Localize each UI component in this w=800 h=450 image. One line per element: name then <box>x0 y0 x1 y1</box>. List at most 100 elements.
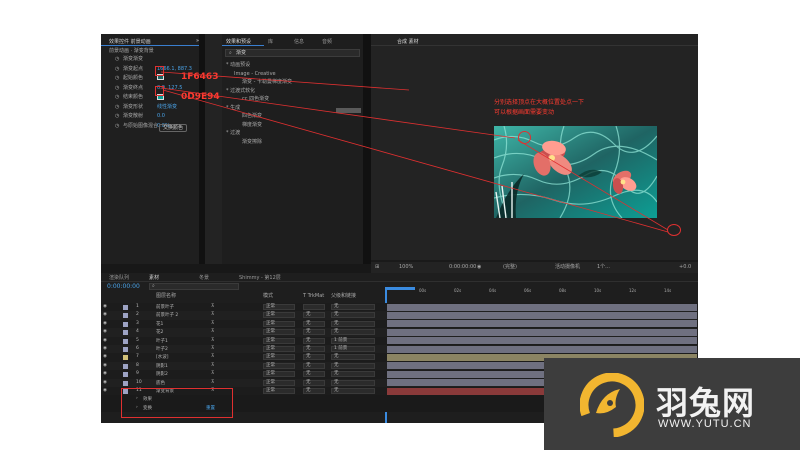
preset-tree-item[interactable]: * 过渡式软化 <box>226 88 255 95</box>
blend-mode-dropdown[interactable]: 正常 <box>263 329 295 336</box>
layer-label-color[interactable] <box>123 338 128 344</box>
track-matte-dropdown[interactable]: 无 <box>303 320 325 327</box>
timeline-tab[interactable]: Shimmy - 第12层 <box>239 274 281 281</box>
effect-controls-tab[interactable]: 效果控件 前景动画 <box>109 38 151 45</box>
track-matte-dropdown[interactable]: 无 <box>303 337 325 344</box>
stopwatch-icon[interactable]: ◷ <box>115 75 119 82</box>
track-matte-dropdown[interactable]: 无 <box>303 371 325 378</box>
effects-search-input[interactable]: ⌕ 渐变 <box>225 49 360 57</box>
visibility-eye-icon[interactable]: ◉ <box>103 354 107 359</box>
shy-switch-icon[interactable]: ⊼ <box>211 329 214 334</box>
layer-duration-bar[interactable] <box>387 303 697 311</box>
shy-switch-icon[interactable]: ⊼ <box>211 380 214 385</box>
shy-switch-icon[interactable]: ⊼ <box>211 346 214 351</box>
shy-switch-icon[interactable]: ⊼ <box>211 354 214 359</box>
layer-duration-bar[interactable] <box>387 345 697 353</box>
track-matte-dropdown[interactable]: 无 <box>303 388 325 394</box>
visibility-eye-icon[interactable]: ◉ <box>103 312 107 317</box>
track-matte-dropdown[interactable]: 无 <box>303 329 325 336</box>
timeline-tab[interactable]: 冬景 <box>199 274 209 281</box>
layer-duration-bar[interactable] <box>387 337 697 345</box>
shy-switch-icon[interactable]: ⊼ <box>211 321 214 326</box>
preset-tree-item[interactable]: 梯度渐变 <box>242 122 262 129</box>
parent-link-dropdown[interactable]: 1 前景 <box>331 337 375 344</box>
layer-duration-bar[interactable] <box>387 328 697 336</box>
track-matte-dropdown[interactable] <box>303 304 325 310</box>
timeline-tab[interactable]: 渲染队列 <box>109 274 129 281</box>
stopwatch-icon[interactable]: ◷ <box>115 113 119 120</box>
layer-name[interactable]: 阴影2 <box>156 371 168 377</box>
layer-label-color[interactable] <box>123 380 128 386</box>
parent-link-dropdown[interactable]: 无 <box>331 362 375 369</box>
blend-mode-dropdown[interactable]: 正常 <box>263 320 295 327</box>
blend-mode-dropdown[interactable]: 正常 <box>263 312 295 319</box>
exposure-value[interactable]: +0.0 <box>679 264 691 271</box>
preset-tree-item[interactable]: * 过渡 <box>226 130 240 137</box>
blend-mode-dropdown[interactable]: 正常 <box>263 346 295 352</box>
layer-row[interactable]: ◉ 2 前景叶子 2 ⊼ 正常 无无 <box>101 311 698 320</box>
track-matte-dropdown[interactable]: 无 <box>303 346 325 352</box>
blend-mode-dropdown[interactable]: 正常 <box>263 371 295 378</box>
visibility-eye-icon[interactable]: ◉ <box>103 380 107 385</box>
layer-label-color[interactable] <box>123 330 128 336</box>
swap-colors-button[interactable]: 交换颜色 <box>159 124 187 132</box>
track-matte-dropdown[interactable]: 无 <box>303 379 325 386</box>
layer-name[interactable]: 叶子2 <box>156 346 168 352</box>
layer-name[interactable]: 叶子1 <box>156 338 168 344</box>
blend-mode-dropdown[interactable]: 正常 <box>263 362 295 369</box>
layer-duration-bar[interactable] <box>387 320 697 328</box>
visibility-eye-icon[interactable]: ◉ <box>103 371 107 376</box>
zoom-dropdown[interactable]: 100% <box>399 264 413 271</box>
blend-mode-dropdown[interactable]: 正常 <box>263 354 295 361</box>
stopwatch-icon[interactable]: ◷ <box>115 66 119 73</box>
camera-snapshot-icon[interactable]: ◉ <box>477 264 481 271</box>
shy-switch-icon[interactable]: ⊼ <box>211 338 214 343</box>
visibility-eye-icon[interactable]: ◉ <box>103 321 107 326</box>
parent-link-dropdown[interactable]: 无 <box>331 312 375 319</box>
layer-name[interactable]: [水波] <box>156 354 169 360</box>
start-point-marker[interactable] <box>518 131 531 144</box>
blend-mode-dropdown[interactable]: 正常 <box>263 304 295 310</box>
stopwatch-icon[interactable]: ◷ <box>115 94 119 101</box>
layer-label-color[interactable] <box>123 313 128 319</box>
work-area-bar[interactable] <box>385 287 415 290</box>
preset-tree-item[interactable]: * 动画预设 <box>226 62 250 69</box>
layer-label-color[interactable] <box>123 347 128 352</box>
preset-tree-item[interactable]: 渐变 - 卡勒曼梯度渐变 <box>242 79 292 86</box>
effect-property-value[interactable]: 线性渐变 <box>157 104 177 111</box>
layer-name[interactable]: 前景叶子 <box>156 304 174 310</box>
composition-tab[interactable]: 合成 素材 <box>397 38 419 45</box>
layer-label-color[interactable] <box>123 363 128 369</box>
parent-link-dropdown[interactable]: 无 <box>331 354 375 361</box>
layer-name[interactable]: 花1 <box>156 321 163 327</box>
layer-row[interactable]: ◉ 1 前景叶子 ⊼ 正常 无 <box>101 303 698 312</box>
tab-library[interactable]: 库 <box>268 38 273 45</box>
track-matte-dropdown[interactable]: 无 <box>303 362 325 369</box>
parent-link-dropdown[interactable]: 1 前景 <box>331 346 375 352</box>
end-point-marker[interactable] <box>667 224 681 236</box>
layer-label-color[interactable] <box>123 372 128 378</box>
tab-audio[interactable]: 音频 <box>322 38 332 45</box>
parent-link-dropdown[interactable]: 无 <box>331 388 375 394</box>
shy-switch-icon[interactable]: ⊼ <box>211 312 214 317</box>
tab-info[interactable]: 信息 <box>294 38 304 45</box>
timeline-tab[interactable]: 素材 <box>149 274 159 281</box>
stopwatch-icon[interactable]: ◷ <box>115 104 119 111</box>
current-time-readout[interactable]: 0:00:00:00 <box>449 264 476 271</box>
visibility-eye-icon[interactable]: ◉ <box>103 338 107 343</box>
layer-row[interactable]: ◉ 6 叶子2 ⊼ 正常 无 1 前景 <box>101 345 698 354</box>
layer-row[interactable]: ◉ 3 花1 ⊼ 正常 无无 <box>101 319 698 329</box>
timeline-timecode[interactable]: 0:00:00:00 <box>107 283 140 290</box>
layer-name[interactable]: 底色 <box>156 380 165 386</box>
parent-link-dropdown[interactable]: 无 <box>331 304 375 310</box>
layer-label-color[interactable] <box>123 305 128 310</box>
shy-switch-icon[interactable]: ⊼ <box>211 371 214 376</box>
shy-switch-icon[interactable]: ⊼ <box>211 304 214 309</box>
track-matte-dropdown[interactable]: 无 <box>303 312 325 319</box>
layer-name[interactable]: 阴影1 <box>156 363 168 369</box>
views-dropdown[interactable]: 1个... <box>597 264 610 271</box>
layer-name[interactable]: 前景叶子 2 <box>156 312 178 318</box>
stopwatch-icon[interactable]: ◷ <box>115 85 119 92</box>
stopwatch-icon[interactable]: ◷ <box>115 123 119 130</box>
preset-tree-item[interactable]: 四色渐变 <box>242 113 262 120</box>
